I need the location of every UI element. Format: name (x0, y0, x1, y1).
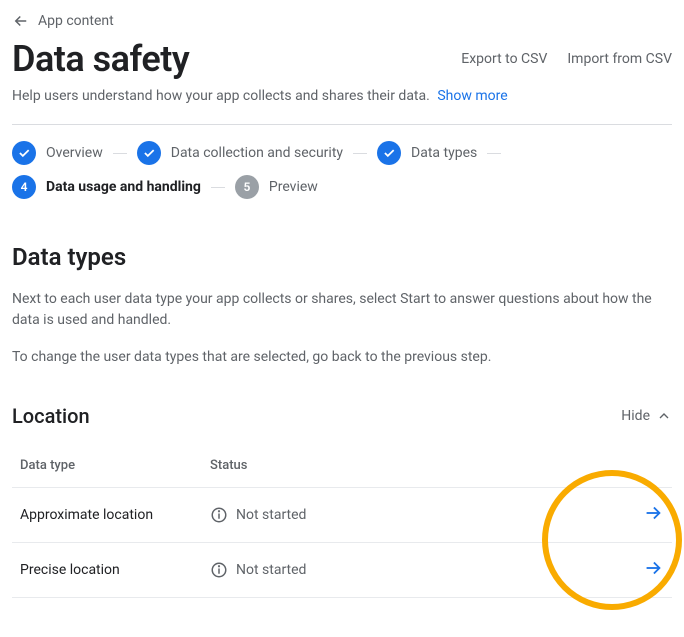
import-csv-button[interactable]: Import from CSV (567, 51, 672, 67)
chevron-up-icon (656, 408, 672, 424)
status-text: Not started (236, 507, 306, 523)
info-icon (210, 561, 228, 579)
group-title: Location (12, 404, 90, 428)
status-text: Not started (236, 562, 306, 578)
hide-toggle[interactable]: Hide (621, 408, 672, 424)
section-para-2: To change the user data types that are s… (12, 347, 672, 368)
info-icon (210, 506, 228, 524)
check-icon (12, 141, 36, 165)
group-header: Location Hide (12, 404, 672, 428)
check-icon (377, 141, 401, 165)
table-header-row: Data type Status (12, 444, 672, 488)
step-data-types[interactable]: Data types (377, 141, 477, 165)
back-arrow-icon (12, 12, 30, 30)
table-row: Approximate location Not started (12, 488, 672, 543)
subtitle-text: Help users understand how your app colle… (12, 88, 430, 104)
step-data-collection[interactable]: Data collection and security (137, 141, 343, 165)
step-connector (487, 153, 501, 154)
step-connector (353, 153, 367, 154)
step-connector (113, 153, 127, 154)
check-icon (137, 141, 161, 165)
section-heading: Data types (12, 243, 672, 271)
breadcrumb-label: App content (38, 13, 114, 29)
stepper: Overview Data collection and security Da… (12, 125, 672, 215)
hide-label: Hide (621, 408, 650, 424)
page-subtitle: Help users understand how your app colle… (12, 88, 672, 104)
status-cell: Not started (210, 506, 604, 524)
step-label: Data usage and handling (46, 179, 201, 195)
step-preview[interactable]: 5 Preview (235, 175, 318, 199)
step-overview[interactable]: Overview (12, 141, 103, 165)
page-header: Data safety Export to CSV Import from CS… (12, 38, 672, 80)
page-title: Data safety (12, 38, 189, 80)
section-para-1: Next to each user data type your app col… (12, 289, 672, 331)
step-label: Preview (269, 179, 318, 195)
step-label: Data collection and security (171, 145, 343, 161)
col-status: Status (210, 458, 604, 473)
header-actions: Export to CSV Import from CSV (461, 51, 672, 67)
data-type-table: Data type Status Approximate location No… (12, 444, 672, 598)
step-number-badge: 4 (12, 175, 36, 199)
data-type-cell: Approximate location (20, 507, 210, 523)
show-more-link[interactable]: Show more (437, 88, 507, 104)
start-arrow-button[interactable] (642, 502, 664, 524)
step-label: Data types (411, 145, 477, 161)
step-data-usage[interactable]: 4 Data usage and handling (12, 175, 201, 199)
section-body: Next to each user data type your app col… (12, 289, 672, 368)
data-type-cell: Precise location (20, 562, 210, 578)
status-cell: Not started (210, 561, 604, 579)
table-row: Precise location Not started (12, 543, 672, 598)
start-arrow-button[interactable] (642, 557, 664, 579)
step-number-badge: 5 (235, 175, 259, 199)
breadcrumb[interactable]: App content (12, 0, 672, 38)
step-connector (211, 187, 225, 188)
col-data-type: Data type (20, 458, 210, 473)
step-label: Overview (46, 145, 103, 161)
export-csv-button[interactable]: Export to CSV (461, 51, 547, 67)
